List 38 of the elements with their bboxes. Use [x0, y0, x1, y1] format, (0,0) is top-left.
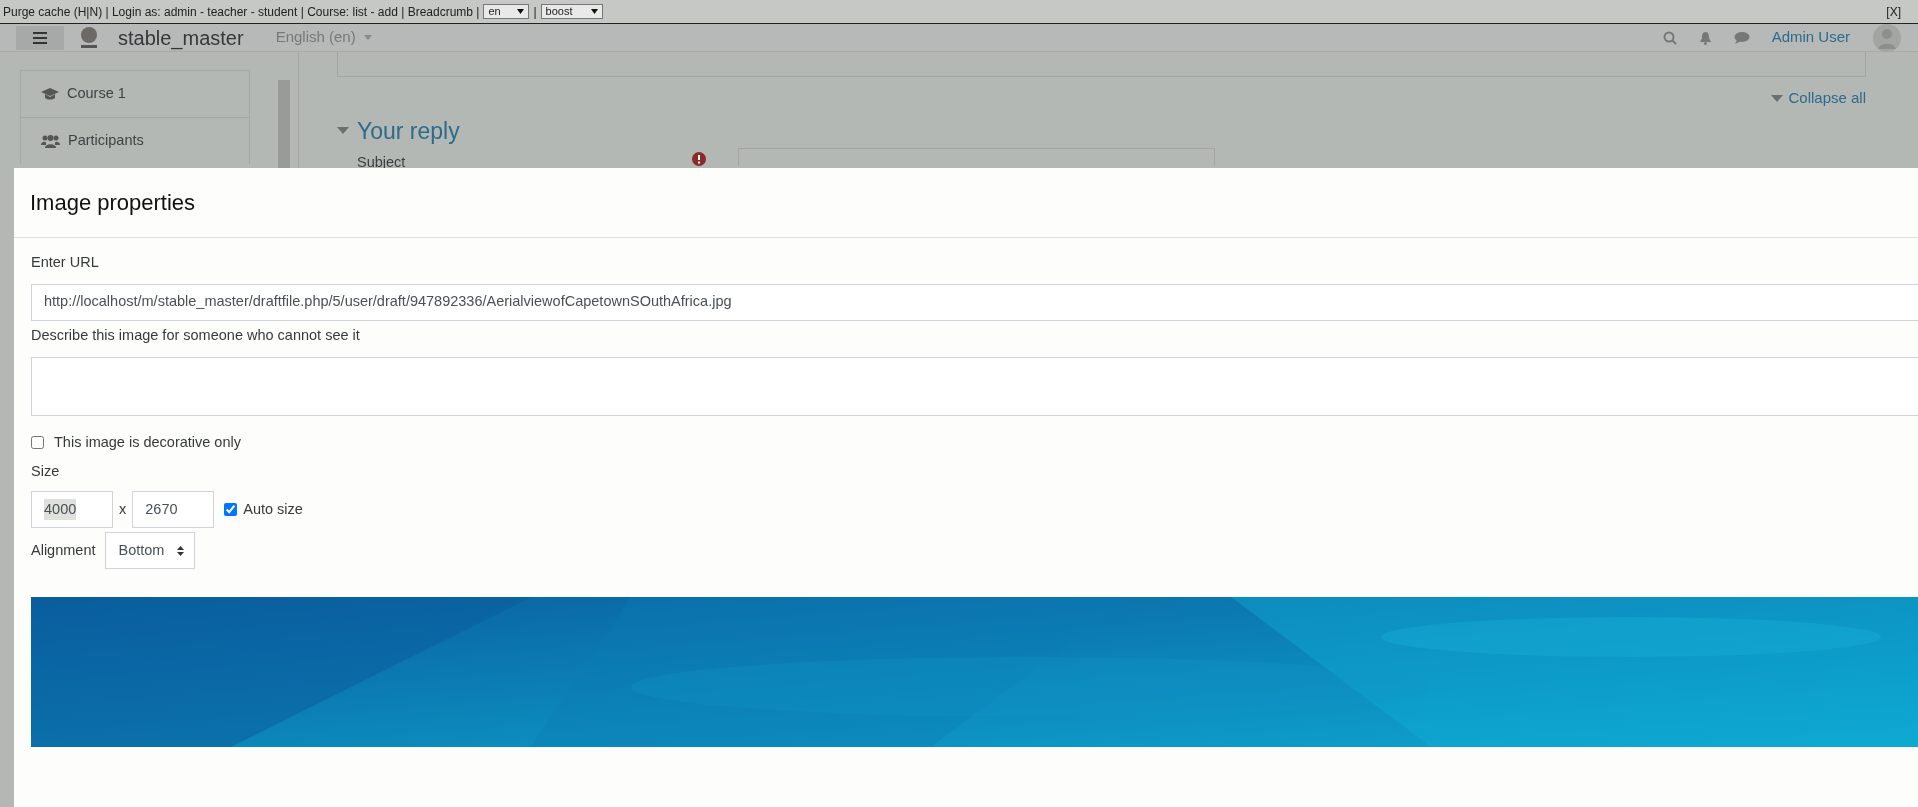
alignment-select[interactable]: Bottom: [105, 532, 196, 569]
bell-icon: [1698, 30, 1712, 45]
separator: |: [533, 3, 537, 21]
field-label: Describe this image for someone who cannot see it: [31, 325, 361, 345]
url-field[interactable]: http://localhost/m/stable_master/draftfile.php/5/user/draft/947892336/AerialviewofCapetownSOuthAfrica.jpg: [31, 283, 1918, 321]
caret-icon: [363, 35, 372, 40]
description-field[interactable]: [31, 356, 1918, 416]
site-name[interactable]: stable_master: [118, 22, 244, 53]
width-field[interactable]: 4000: [31, 491, 113, 528]
caret-icon: [517, 9, 525, 14]
chat-icon: [1733, 31, 1750, 44]
dialog-title: Image properties: [30, 189, 196, 217]
close-link[interactable]: [X]: [1886, 2, 1901, 21]
theme-select[interactable]: en: [483, 4, 530, 19]
decorative-checkbox[interactable]: [31, 435, 44, 449]
logo-icon: [78, 25, 100, 50]
checkbox-label: This image is decorative only: [54, 432, 241, 452]
field-label: Alignment: [31, 540, 96, 560]
theme-select[interactable]: boost: [540, 4, 603, 19]
checkbox-label: Auto size: [243, 499, 303, 519]
debug-links[interactable]: Purge cache (H|N) | Login as: admin - teacher - student | Course: list - add | Breadcrumb |: [3, 2, 480, 21]
sidebar-item[interactable]: Course 1: [20, 70, 250, 117]
users-icon: [41, 134, 60, 148]
field-label: Enter URL: [31, 253, 100, 272]
auto-size-checkbox[interactable]: [224, 503, 238, 516]
sort-caret-icon: [177, 545, 185, 556]
caret-icon: [590, 9, 598, 14]
field-label: Size: [31, 462, 61, 482]
caret-icon: [1771, 94, 1784, 102]
caret-icon: [337, 127, 349, 135]
height-field[interactable]: 2670: [132, 491, 215, 528]
menu-button[interactable]: [16, 25, 64, 50]
sidebar-item[interactable]: Participants: [20, 117, 250, 164]
menu-icon: [33, 31, 47, 44]
times-sign: x: [119, 499, 127, 519]
search-icon: [1662, 30, 1677, 45]
field-label: Subject: [357, 153, 407, 172]
graduation-cap-icon: [41, 87, 59, 101]
